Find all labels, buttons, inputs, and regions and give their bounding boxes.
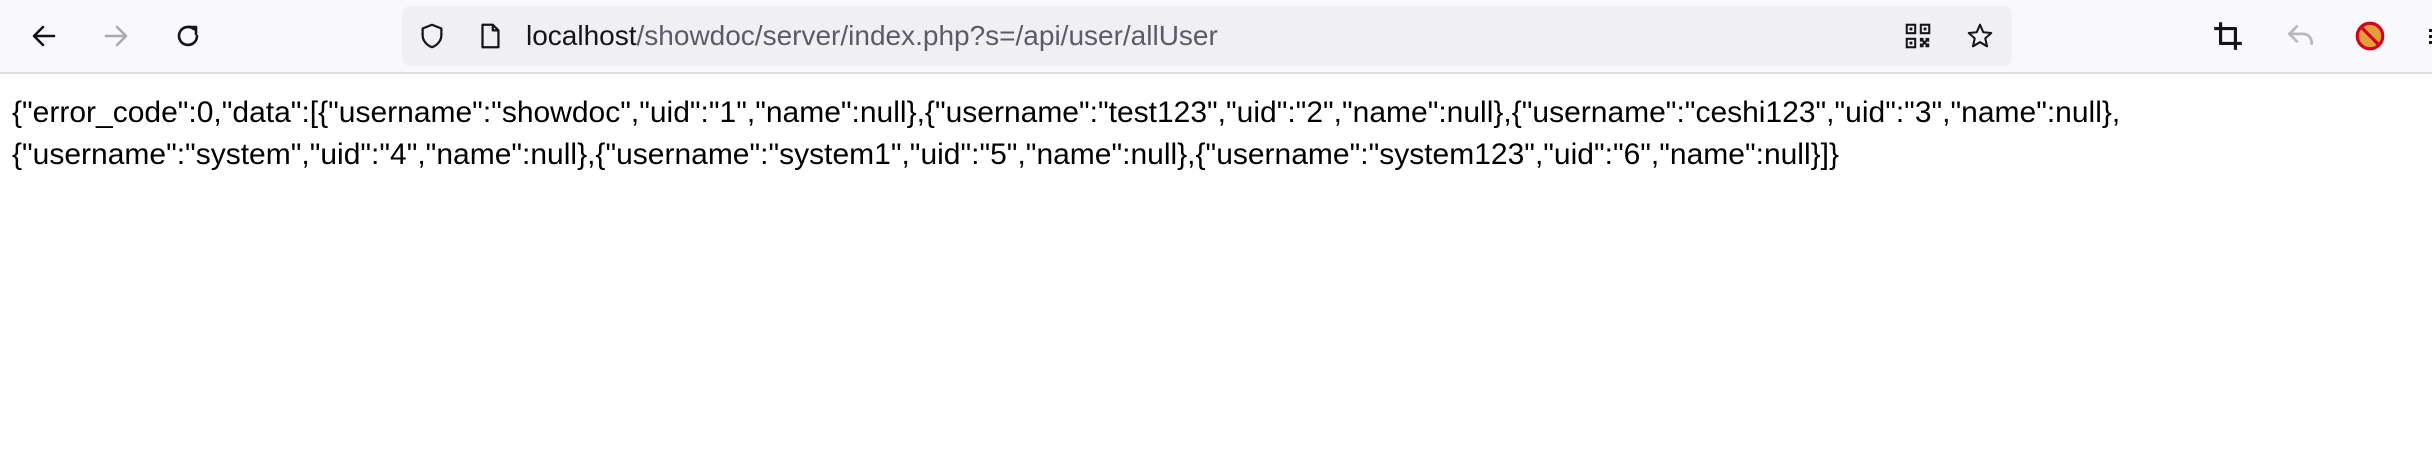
page-icon[interactable] (474, 20, 506, 52)
url-path: /showdoc/server/index.php?s=/api/user/al… (636, 20, 1218, 51)
qr-code-icon[interactable] (1902, 20, 1934, 52)
url-host: localhost (526, 20, 637, 51)
blocked-addon-icon[interactable] (2352, 18, 2388, 54)
undo-icon[interactable] (2282, 18, 2318, 54)
arrow-right-icon (104, 25, 128, 47)
json-line-2: {"username":"system","uid":"4","name":nu… (12, 138, 1840, 171)
browser-toolbar: localhost/showdoc/server/index.php?s=/ap… (0, 0, 2432, 74)
reload-button[interactable] (164, 12, 212, 60)
arrow-left-icon (32, 25, 56, 47)
json-response: {"error_code":0,"data":[{"username":"sho… (12, 92, 2432, 176)
forward-button[interactable] (92, 12, 140, 60)
overflow-menu-icon[interactable] (2418, 18, 2432, 54)
crop-icon[interactable] (2210, 18, 2246, 54)
json-line-1: {"error_code":0,"data":[{"username":"sho… (12, 96, 2121, 129)
shield-icon[interactable] (416, 20, 448, 52)
address-bar[interactable]: localhost/showdoc/server/index.php?s=/ap… (402, 6, 2012, 66)
back-button[interactable] (20, 12, 68, 60)
star-icon[interactable] (1964, 20, 1996, 52)
reload-icon (177, 25, 199, 47)
url-text[interactable]: localhost/showdoc/server/index.php?s=/ap… (526, 6, 1218, 66)
